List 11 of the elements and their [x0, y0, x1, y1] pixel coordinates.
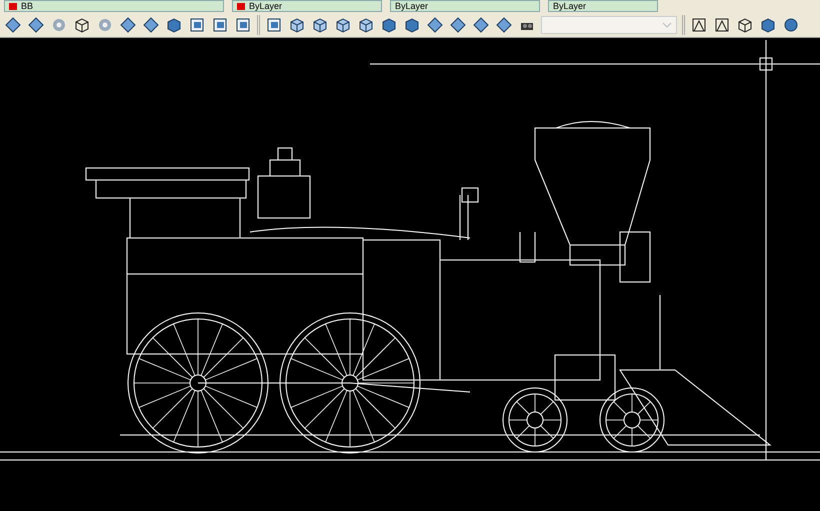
layer-dropdown[interactable]: BB: [4, 0, 224, 12]
color-swatch-icon: [9, 2, 17, 10]
lineweight-dropdown[interactable]: ByLayer: [548, 0, 658, 12]
field-value: BB: [21, 1, 34, 11]
linetype-dropdown[interactable]: ByLayer: [390, 0, 540, 12]
field-value: ByLayer: [395, 1, 428, 11]
color-swatch-icon: [237, 2, 245, 10]
field-value: ByLayer: [553, 1, 586, 11]
field-value: ByLayer: [249, 1, 282, 11]
chevron-down-icon: [662, 22, 672, 28]
color-dropdown[interactable]: ByLayer: [232, 0, 382, 12]
